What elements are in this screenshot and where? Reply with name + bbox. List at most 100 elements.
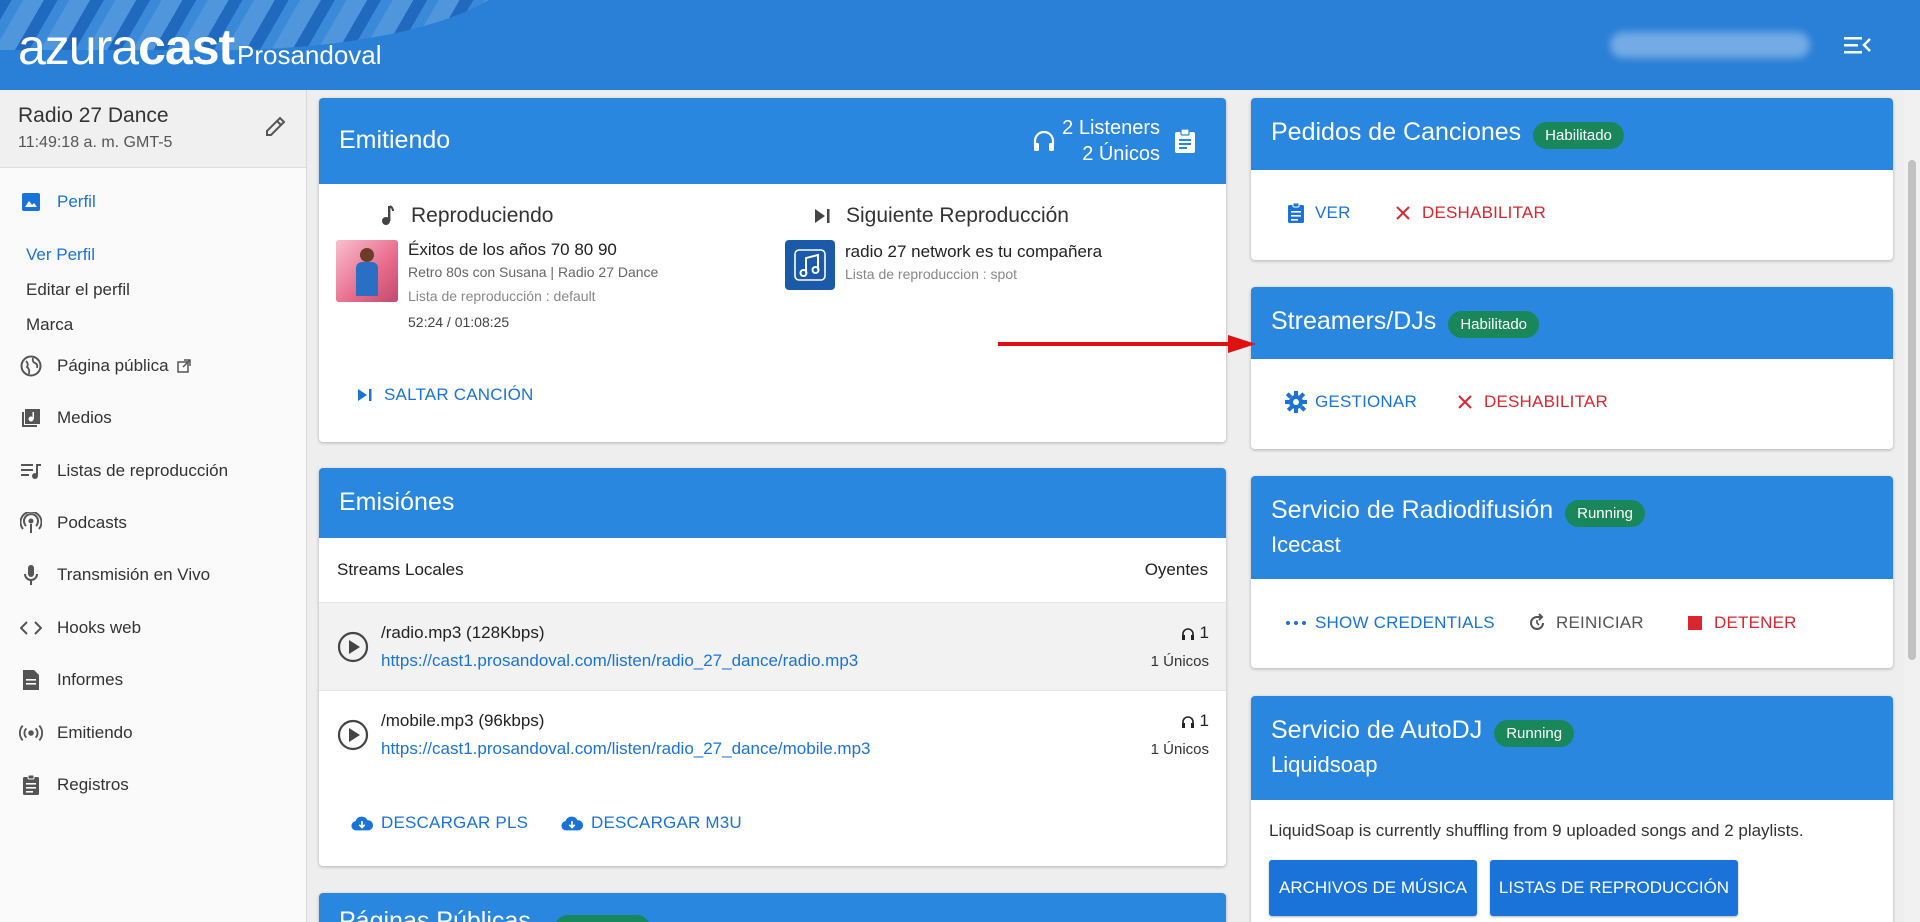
- music-library-icon: [19, 406, 43, 430]
- sidebar-toggle-icon[interactable]: [1842, 33, 1872, 57]
- stream-name: /mobile.mp3 (96kbps): [381, 711, 545, 730]
- clipboard-icon: [19, 773, 43, 797]
- play-icon[interactable]: [337, 719, 369, 751]
- next-song-playlist: Lista de reproduccion : spot: [845, 266, 1017, 282]
- gear-icon: [1285, 391, 1307, 413]
- restart-broadcast-button[interactable]: REINICIAR: [1526, 612, 1644, 634]
- autodj-title: Servicio de AutoDJ: [1271, 716, 1483, 744]
- sidebar-station-time: 11:49:18 a. m. GMT-5: [18, 134, 173, 151]
- download-pls-button[interactable]: DESCARGAR PLS: [351, 812, 528, 834]
- stop-icon: [1684, 612, 1706, 634]
- music-note-icon: [794, 249, 826, 281]
- streams-title: Emisiónes: [339, 488, 455, 516]
- sidebar-item-label: Emitiendo: [57, 723, 133, 742]
- sidebar-item-label: Medios: [57, 408, 112, 427]
- clipboard-icon: [1285, 202, 1307, 224]
- pencil-icon[interactable]: [264, 114, 288, 138]
- sidebar-item-label: Perfil: [57, 192, 96, 211]
- headphones-icon: [1034, 130, 1055, 151]
- playlists-button[interactable]: LISTAS DE REPRODUCCIÓN: [1490, 860, 1738, 916]
- public-pages-card: Páginas Públicas: [319, 893, 1226, 922]
- sidebar-station-name: Radio 27 Dance: [18, 104, 169, 127]
- page-scrollbar[interactable]: [1904, 90, 1920, 922]
- external-link-icon: [176, 359, 191, 373]
- scrollbar-thumb[interactable]: [1908, 160, 1916, 660]
- disable-requests-button[interactable]: DESHABILITAR: [1392, 202, 1546, 224]
- sidebar-item-listas[interactable]: Listas de reproducción: [0, 451, 306, 491]
- streams-card: Emisiónes Streams Locales Oyentes /radio…: [319, 468, 1226, 866]
- sidebar-item-medios[interactable]: Medios: [0, 398, 306, 438]
- sidebar-item-label: Listas de reproducción: [57, 461, 229, 480]
- status-badge: Habilitado: [1448, 311, 1540, 339]
- code-icon: [19, 616, 43, 640]
- music-files-button[interactable]: ARCHIVOS DE MÚSICA: [1269, 860, 1477, 916]
- broadcast-service-header: Servicio de Radiodifusión Running Icecast: [1251, 476, 1893, 579]
- cloud-download-icon: [561, 812, 583, 834]
- current-song-playlist: Lista de reproducción : default: [408, 288, 596, 304]
- listeners-summary: 2 Listeners 2 Únicos: [1032, 115, 1196, 167]
- sidebar-item-informes[interactable]: Informes: [0, 660, 306, 700]
- streamers-header: Streamers/DJs Habilitado: [1251, 287, 1893, 359]
- uniques-count: 2 Únicos: [1082, 143, 1160, 165]
- sidebar-item-label: Podcasts: [57, 513, 127, 532]
- clipboard-icon[interactable]: [1174, 128, 1196, 154]
- stream-url-link[interactable]: https://cast1.prosandoval.com/listen/rad…: [381, 651, 858, 671]
- sidebar-sub-marca[interactable]: Marca: [26, 315, 73, 335]
- song-requests-title: Pedidos de Canciones: [1271, 118, 1522, 146]
- sidebar-item-perfil[interactable]: Perfil: [0, 182, 306, 222]
- stream-listener-count: 1: [1181, 623, 1209, 643]
- sidebar-item-emitiendo[interactable]: Emitiendo: [0, 713, 306, 753]
- song-requests-card: Pedidos de Canciones Habilitado VER DESHA…: [1251, 98, 1893, 260]
- sidebar-sub-editar-perfil[interactable]: Editar el perfil: [26, 280, 130, 300]
- stream-uniques: 1 Únicos: [1150, 741, 1209, 758]
- headphones-icon: [1181, 627, 1194, 640]
- close-icon: [1454, 391, 1476, 413]
- music-note-icon: [375, 204, 399, 228]
- disable-streamers-button[interactable]: DESHABILITAR: [1454, 391, 1608, 413]
- streamers-card: Streamers/DJs Habilitado GESTIONAR DESHAB…: [1251, 287, 1893, 449]
- table-row: /mobile.mp3 (96kbps) https://cast1.prosa…: [319, 690, 1226, 778]
- sidebar-item-hooks[interactable]: Hooks web: [0, 608, 306, 648]
- sidebar-item-podcasts[interactable]: Podcasts: [0, 503, 306, 543]
- now-playing-title: Emitiendo: [339, 126, 451, 154]
- status-badge: Running: [1494, 720, 1575, 748]
- view-requests-button[interactable]: VER: [1285, 202, 1351, 224]
- public-pages-header: Páginas Públicas: [319, 893, 1226, 922]
- user-menu-blurred[interactable]: [1610, 32, 1810, 58]
- skip-song-button[interactable]: SALTAR CANCIÓN: [354, 384, 534, 406]
- image-icon: [19, 190, 43, 214]
- sidebar-sub-ver-perfil[interactable]: Ver Perfil: [26, 245, 95, 265]
- sidebar-item-registros[interactable]: Registros: [0, 765, 306, 805]
- stream-listener-count: 1: [1181, 711, 1209, 731]
- status-badge: Running: [1565, 500, 1645, 528]
- mic-icon: [19, 563, 43, 587]
- sidebar-item-label: Registros: [57, 775, 129, 794]
- azuracast-logo[interactable]: azuracast: [18, 18, 235, 76]
- stream-uniques: 1 Únicos: [1150, 653, 1209, 670]
- table-row: /radio.mp3 (128Kbps) https://cast1.prosa…: [319, 602, 1226, 690]
- sidebar-item-transmision[interactable]: Transmisión en Vivo: [0, 555, 306, 595]
- report-icon: [19, 668, 43, 692]
- current-song-time: 52:24 / 01:08:25: [408, 314, 510, 330]
- streamers-title: Streamers/DJs: [1271, 307, 1437, 335]
- album-art-current: [336, 240, 398, 302]
- autodj-header: Servicio de AutoDJ Running Liquidsoap: [1251, 696, 1893, 800]
- close-icon: [1392, 202, 1414, 224]
- stream-url-link[interactable]: https://cast1.prosandoval.com/listen/rad…: [381, 739, 871, 759]
- song-requests-header: Pedidos de Canciones Habilitado: [1251, 98, 1893, 170]
- sidebar-item-pagina-publica[interactable]: Página pública: [0, 346, 306, 386]
- play-icon[interactable]: [337, 631, 369, 663]
- manage-streamers-button[interactable]: GESTIONAR: [1285, 391, 1417, 413]
- sidebar-item-label: Página pública: [57, 356, 169, 375]
- annotation-arrow: [998, 335, 1256, 353]
- stop-broadcast-button[interactable]: DETENER: [1684, 612, 1797, 634]
- show-credentials-button[interactable]: SHOW CREDENTIALS: [1285, 612, 1495, 634]
- playlist-icon: [19, 459, 43, 483]
- sidebar-station-header: Radio 27 Dance 11:49:18 a. m. GMT-5: [0, 90, 306, 168]
- restart-icon: [1526, 612, 1548, 634]
- download-m3u-button[interactable]: DESCARGAR M3U: [561, 812, 742, 834]
- public-pages-title: Páginas Públicas: [339, 907, 531, 922]
- sidebar-item-label: Hooks web: [57, 618, 142, 637]
- stream-name: /radio.mp3 (128Kbps): [381, 623, 545, 642]
- more-horizontal-icon: [1285, 612, 1307, 634]
